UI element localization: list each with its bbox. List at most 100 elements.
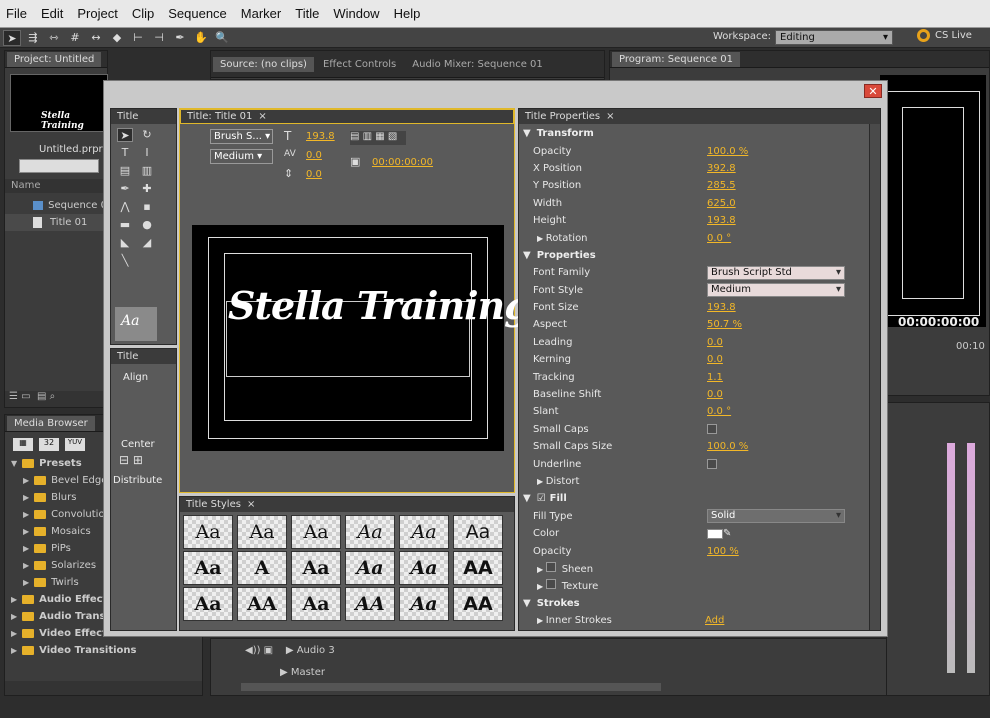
prop-checkbox[interactable] [707, 424, 717, 435]
project-item-title[interactable]: Title 01 [5, 214, 107, 231]
type-tool-icon[interactable]: T [117, 146, 133, 160]
prop-value[interactable]: 193.8 [707, 215, 736, 226]
track-select-icon[interactable]: ⇶ [24, 30, 42, 46]
close-icon[interactable]: × [247, 499, 255, 510]
slip-icon[interactable]: ⊢ [129, 30, 147, 46]
triangle-right-icon[interactable]: ▶ [23, 472, 29, 489]
prop-value[interactable]: 0.0 [707, 337, 723, 348]
font-style-select[interactable]: Medium ▾ [210, 149, 273, 164]
zoom-icon[interactable]: 🔍 [213, 30, 231, 46]
selection-tool-icon[interactable]: ➤ [3, 29, 21, 46]
dialog-close-button[interactable]: ✕ [864, 84, 882, 98]
text-align-buttons[interactable]: ▤ ▥ ▦ ▧ [350, 131, 406, 145]
color-swatch[interactable] [707, 528, 723, 539]
prop-value[interactable]: 50.7 % [707, 319, 742, 330]
wedge-tool-icon[interactable]: ◣ [117, 236, 133, 250]
triangle-right-icon[interactable]: ▶ [23, 557, 29, 574]
tab-source[interactable]: Source: (no clips) [213, 56, 314, 72]
triangle-right-icon[interactable]: ▶ [537, 582, 546, 591]
prop-dropdown[interactable]: Solid [707, 509, 845, 524]
title-style-swatch[interactable]: Aa [399, 515, 449, 549]
triangle-right-icon[interactable]: ▶ [537, 234, 546, 243]
prop-checkbox[interactable] [707, 459, 717, 470]
project-search-input[interactable] [19, 159, 99, 173]
tab-media-browser[interactable]: Media Browser [7, 415, 95, 431]
menu-item[interactable]: Project [77, 6, 117, 21]
triangle-right-icon[interactable]: ▶ [23, 540, 29, 557]
view-button[interactable]: ▦ [13, 438, 33, 451]
prop-dropdown[interactable]: Medium [707, 283, 845, 298]
prop-value[interactable]: 100.0 % [707, 441, 748, 452]
slide-icon[interactable]: ⊣ [150, 30, 168, 46]
title-style-swatch[interactable]: Aa [453, 515, 503, 549]
rectangle-tool-icon[interactable]: ▪ [139, 200, 155, 214]
center-buttons[interactable]: ⊟ ⊞ [111, 450, 176, 467]
designer-timecode[interactable]: 00:00:00:00 [372, 157, 433, 168]
line-tool-icon[interactable]: ╲ [117, 254, 133, 268]
convert-anchor-icon[interactable]: ⋀ [117, 200, 133, 214]
close-icon[interactable]: × [258, 111, 266, 122]
prop-value[interactable]: 100.0 % [707, 146, 748, 157]
prop-value[interactable]: 285.5 [707, 180, 736, 191]
prop-checkbox[interactable] [545, 561, 556, 572]
title-style-swatch[interactable]: Aa [183, 515, 233, 549]
title-style-swatch[interactable]: AA [237, 587, 287, 621]
ripple-edit-icon[interactable]: ⇿ [45, 30, 63, 46]
area-type-tool-icon[interactable]: ▤ [117, 164, 133, 178]
triangle-down-icon[interactable]: ▼ [11, 455, 17, 472]
title-style-swatch[interactable]: Aa [345, 515, 395, 549]
ellipse-tool-icon[interactable]: ● [139, 218, 155, 232]
hand-icon[interactable]: ✋ [192, 30, 210, 46]
prop-value[interactable]: 0.0 ° [707, 233, 731, 244]
tab-audio-mixer[interactable]: Audio Mixer: Sequence 01 [405, 57, 549, 72]
prop-value[interactable]: 625.0 [707, 198, 736, 209]
pen-icon[interactable]: ✒ [171, 30, 189, 46]
prop-value[interactable]: 0.0 [707, 354, 723, 365]
menu-item[interactable]: File [6, 6, 27, 21]
menu-item[interactable]: Clip [132, 6, 154, 21]
triangle-down-icon[interactable]: ▼ [523, 598, 531, 609]
prop-value[interactable]: 100 % [707, 546, 739, 557]
eyedropper-icon[interactable]: ✎ [723, 528, 731, 539]
tab-program[interactable]: Program: Sequence 01 [612, 51, 740, 67]
menu-item[interactable]: Title [295, 6, 319, 21]
menu-item[interactable]: Help [394, 6, 421, 21]
arc-tool-icon[interactable]: ◢ [139, 236, 155, 250]
menu-item[interactable]: Edit [41, 6, 63, 21]
triangle-right-icon[interactable]: ▶ [537, 565, 546, 574]
title-style-swatch[interactable]: AA [453, 551, 503, 585]
view-button[interactable]: 32 [39, 438, 59, 451]
title-style-swatch[interactable]: Aa [291, 551, 341, 585]
show-video-icon[interactable]: ▣ [350, 155, 360, 168]
title-canvas[interactable]: Stella Training [192, 225, 531, 451]
project-item-sequence[interactable]: Sequence 0 [5, 197, 107, 214]
tab-project[interactable]: Project: Untitled [7, 51, 102, 67]
triangle-right-icon[interactable]: ▶ [11, 608, 17, 625]
razor-icon[interactable]: ◆ [108, 30, 126, 46]
font-size-value[interactable]: 193.8 [306, 131, 335, 142]
title-style-swatch[interactable]: Aa [399, 551, 449, 585]
triangle-down-icon[interactable]: ▼ [523, 250, 531, 261]
name-column-header[interactable]: Name [5, 179, 107, 193]
rotate-tool-icon[interactable]: ↻ [139, 128, 155, 142]
title-style-swatch[interactable]: AA [453, 587, 503, 621]
triangle-down-icon[interactable]: ▼ [523, 128, 531, 139]
triangle-right-icon[interactable]: ▶ [23, 523, 29, 540]
rounded-rect-tool-icon[interactable]: ▬ [117, 218, 133, 232]
triangle-right-icon[interactable]: ▶ [23, 574, 29, 591]
add-anchor-icon[interactable]: ✚ [139, 182, 155, 196]
props-scrollbar[interactable] [869, 124, 880, 630]
title-style-swatch[interactable]: AA [345, 587, 395, 621]
prop-value[interactable]: 392.8 [707, 163, 736, 174]
title-style-swatch[interactable]: Aa [399, 587, 449, 621]
close-icon[interactable]: × [606, 111, 614, 122]
title-style-swatch[interactable]: Aa [183, 587, 233, 621]
prop-value[interactable]: 0.0 ° [707, 406, 731, 417]
effects-tree-item[interactable]: ▶ Video Transitions [5, 642, 202, 659]
timeline-scrollbar[interactable] [241, 683, 661, 691]
title-style-swatch[interactable]: Aa [183, 551, 233, 585]
add-stroke-link[interactable]: Add [705, 615, 724, 626]
triangle-right-icon[interactable]: ▶ [23, 506, 29, 523]
triangle-right-icon[interactable]: ▶ [23, 489, 29, 506]
vertical-type-tool-icon[interactable]: Ⅰ [139, 146, 155, 160]
